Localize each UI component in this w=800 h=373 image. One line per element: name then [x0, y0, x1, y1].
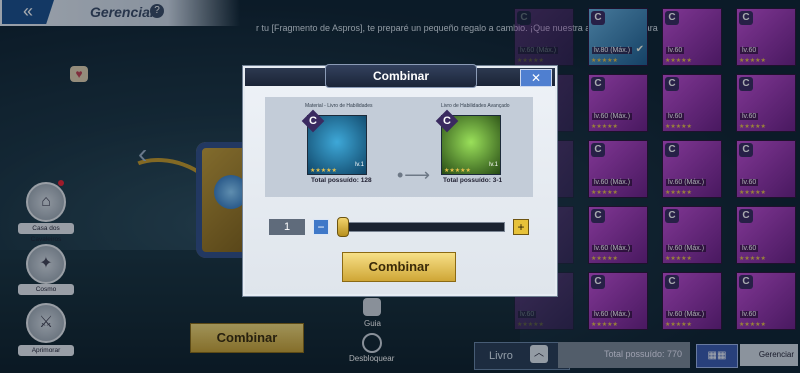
result-label: Livro de Habilidades Avançado — [441, 103, 510, 109]
quantity-display: 1 — [269, 219, 305, 235]
result-book-item[interactable]: C lv.1 ★★★★★ — [435, 109, 501, 175]
class-badge: C — [301, 109, 325, 133]
quantity-slider[interactable] — [337, 222, 505, 232]
star-icon: ★★★★★ — [310, 168, 337, 174]
material-total: Total possuído: 128 — [311, 177, 372, 184]
close-button[interactable]: ✕ — [520, 69, 552, 87]
plus-button[interactable]: + — [513, 219, 529, 235]
class-badge: C — [435, 109, 459, 133]
slider-handle[interactable] — [337, 217, 349, 237]
combine-preview-panel: Material - Livro de Habilidades Livro de… — [265, 97, 533, 197]
item-level: lv.1 — [355, 162, 364, 168]
arrow-right-icon: • ⟶ — [397, 165, 430, 185]
result-total: Total possuído: 3-1 — [443, 177, 503, 184]
material-book-item[interactable]: C lv.1 ★★★★★ — [301, 109, 367, 175]
combinar-confirm-button[interactable]: Combinar — [342, 252, 456, 282]
item-level: lv.1 — [489, 162, 498, 168]
combinar-dialog: Combinar ✕ Material - Livro de Habilidad… — [243, 64, 557, 296]
minus-button[interactable]: − — [313, 219, 329, 235]
star-icon: ★★★★★ — [444, 168, 471, 174]
modal-title: Combinar — [325, 64, 477, 88]
material-label: Material - Livro de Habilidades — [305, 103, 373, 109]
